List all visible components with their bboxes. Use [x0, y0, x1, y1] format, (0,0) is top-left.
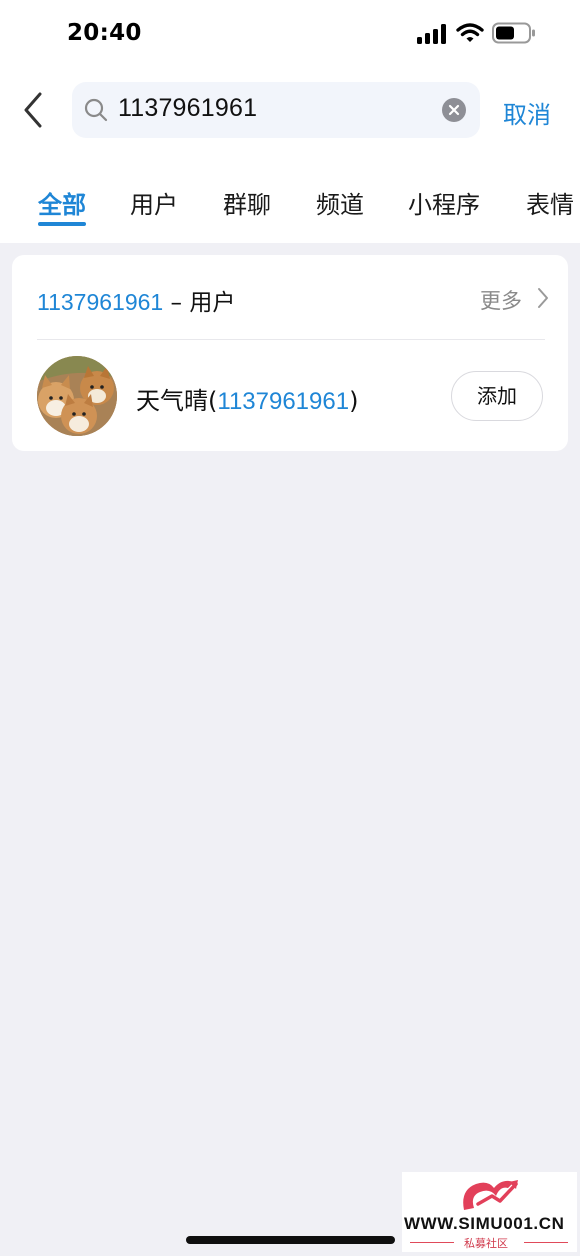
active-tab-indicator — [38, 222, 86, 226]
section-title-query: 1137961961 — [37, 289, 164, 315]
section-title: 1137961961 – 用户 — [37, 283, 235, 317]
cellular-signal-icon — [417, 24, 446, 44]
tab-groups[interactable]: 群聊 — [223, 185, 271, 220]
chevron-right-icon[interactable] — [536, 286, 550, 310]
user-id-close: ) — [349, 387, 359, 415]
user-results-card: 1137961961 – 用户 更多 天气晴(1137961961) 添加 — [12, 255, 568, 451]
tab-channels[interactable]: 频道 — [316, 185, 364, 220]
tab-mini-programs[interactable]: 小程序 — [408, 185, 480, 220]
tab-users[interactable]: 用户 — [130, 185, 178, 220]
watermark-rule-right — [524, 1242, 568, 1243]
home-indicator[interactable] — [186, 1236, 395, 1244]
tab-stickers[interactable]: 表情 — [526, 185, 574, 220]
dogs-avatar-image — [37, 356, 117, 436]
clear-search-button[interactable] — [442, 98, 466, 122]
watermark: WWW.SIMU001.CN 私募社区 — [402, 1172, 577, 1252]
add-friend-button[interactable]: 添加 — [451, 371, 543, 421]
cancel-button[interactable]: 取消 — [503, 95, 551, 130]
user-name[interactable]: 天气晴(1137961961) — [136, 381, 358, 416]
close-icon — [448, 104, 460, 116]
user-id: 1137961961 — [217, 388, 350, 415]
watermark-rule-left — [410, 1242, 454, 1243]
wifi-icon — [456, 23, 484, 42]
battery-icon — [492, 22, 535, 44]
search-input[interactable]: 1137961961 — [118, 94, 257, 123]
watermark-logo-icon — [463, 1180, 518, 1210]
more-button[interactable]: 更多 — [480, 285, 522, 315]
avatar[interactable] — [37, 356, 117, 436]
search-field[interactable]: 1137961961 — [72, 82, 480, 138]
back-chevron-icon[interactable] — [16, 90, 50, 130]
divider — [37, 339, 545, 340]
tab-all[interactable]: 全部 — [38, 185, 86, 220]
status-time: 20:40 — [67, 20, 142, 46]
user-id-open: ( — [208, 387, 218, 415]
user-nickname: 天气晴 — [136, 387, 208, 415]
search-icon — [84, 98, 108, 122]
section-title-label: – 用户 — [163, 290, 236, 316]
watermark-subtitle: 私募社区 — [464, 1237, 508, 1250]
watermark-text: WWW.SIMU001.CN — [404, 1214, 565, 1233]
